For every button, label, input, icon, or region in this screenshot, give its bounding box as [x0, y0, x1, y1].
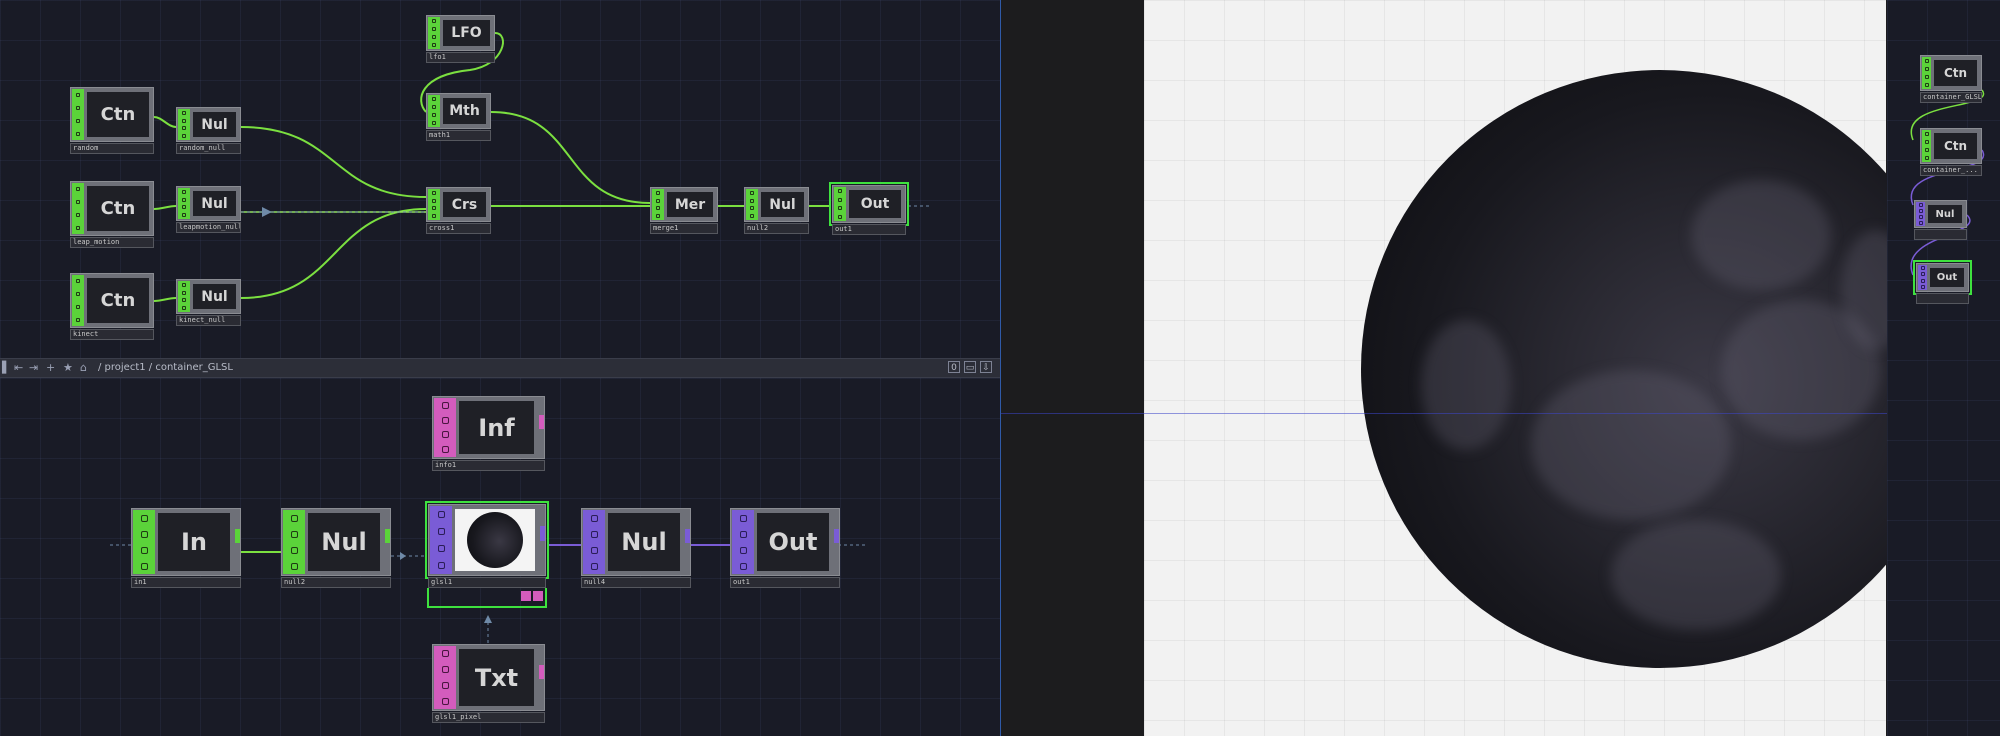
viewer-background [1144, 0, 1887, 736]
node-name: null2 [281, 577, 391, 588]
node-label: Nul [193, 112, 236, 137]
side-node-out-selected[interactable]: Out [1913, 260, 1972, 304]
node-name: kinect_null [176, 315, 241, 326]
network-editor-side[interactable]: Ctn container_GLSL Ctn container_... Nul… [1887, 0, 2000, 736]
node-name: kinect [70, 329, 154, 340]
node-label: Txt [459, 649, 534, 706]
home-icon[interactable]: ⌂ [80, 361, 87, 375]
node-name: lfo1 [426, 52, 495, 63]
node-label: Ctn [87, 92, 149, 137]
glsl1-docked-area [427, 588, 547, 608]
node-name: out1 [730, 577, 840, 588]
node-label: Mer [667, 192, 713, 217]
star-icon[interactable]: ★ [63, 361, 73, 375]
node-name: container_GLSL [1920, 92, 1982, 103]
node-label: Out [1930, 268, 1964, 287]
viewer-crosshair-line [1001, 413, 1887, 414]
node-label: Out [849, 190, 901, 218]
node-label: Mth [443, 98, 486, 124]
network-editor-bottom[interactable]: Inf info1 In in1 Nul null2 glsl1 Nul nul… [0, 378, 1000, 736]
node-glsl1-selected[interactable]: glsl1 [425, 501, 549, 588]
node-name: null4 [581, 577, 691, 588]
node-name: leap_motion [70, 237, 154, 248]
node-name: in1 [131, 577, 241, 588]
node-math1[interactable]: Mth math1 [426, 93, 491, 141]
side-node-container[interactable]: Ctn container_... [1920, 128, 1982, 176]
forward-arrow-icon[interactable]: ⇥ [29, 361, 38, 375]
node-name: glsl1 [428, 577, 546, 588]
node-out1-selected[interactable]: Out out1 [829, 182, 909, 235]
node-label: Nul [761, 192, 804, 217]
node-kinect-null[interactable]: Nul kinect_null [176, 279, 241, 326]
node-leap-motion[interactable]: Ctn leap_motion [70, 181, 154, 248]
node-label: Nul [308, 513, 380, 571]
node-label: In [158, 513, 230, 571]
glsl1-preview-thumbnail [455, 509, 535, 571]
sphere-thumbnail-icon [467, 512, 523, 568]
node-label: Ctn [1934, 60, 1977, 86]
node-label: Nul [1928, 205, 1962, 223]
node-null2-bottom[interactable]: Nul null2 [281, 508, 391, 588]
output-viewer[interactable] [1001, 0, 1887, 736]
node-name: math1 [426, 130, 491, 141]
node-label: Inf [459, 401, 534, 454]
node-name: glsl1_pixel [432, 712, 545, 723]
network-editor-top[interactable]: Ctn random Nul random_null Ctn leap_moti… [0, 0, 1000, 358]
wires-side [1910, 89, 1985, 276]
side-node-container-glsl[interactable]: Ctn container_GLSL [1920, 55, 1982, 103]
network-path[interactable]: / project1 / container_GLSL [98, 362, 233, 374]
docked-dat-icon[interactable] [533, 591, 543, 601]
node-label: Ctn [87, 278, 149, 323]
node-name: info1 [432, 460, 545, 471]
path-bar: ▌ ⇤ ⇥ + ★ ⌂ / project1 / container_GLSL … [0, 358, 1000, 378]
node-info1[interactable]: Inf info1 [432, 396, 545, 471]
node-label: Out [757, 513, 829, 571]
node-label: Crs [443, 192, 486, 217]
node-name: leapmotion_null [176, 222, 241, 233]
side-node-null[interactable]: Nul [1914, 200, 1967, 240]
node-in1[interactable]: In in1 [131, 508, 241, 588]
node-random-null[interactable]: Nul random_null [176, 107, 241, 154]
node-kinect[interactable]: Ctn kinect [70, 273, 154, 340]
node-name: random_null [176, 143, 241, 154]
node-name [1916, 293, 1969, 304]
node-leapmotion-null[interactable]: Nul leapmotion_null [176, 186, 241, 233]
node-lfo1[interactable]: LFO lfo1 [426, 15, 495, 63]
node-name: null2 [744, 223, 809, 234]
node-name: merge1 [650, 223, 718, 234]
back-arrow-icon[interactable]: ⇤ [14, 361, 23, 375]
panel-icon[interactable]: ▭ [964, 361, 976, 373]
node-name: container_... [1920, 165, 1982, 176]
node-label: LFO [443, 20, 490, 46]
plus-icon[interactable]: + [46, 361, 55, 375]
node-label: Nul [193, 191, 236, 216]
node-name [1914, 229, 1967, 240]
rendered-sphere [1361, 70, 1887, 668]
node-label: Nul [193, 284, 236, 309]
node-out1-bottom[interactable]: Out out1 [730, 508, 840, 588]
node-glsl1-pixel[interactable]: Txt glsl1_pixel [432, 644, 545, 723]
node-name: random [70, 143, 154, 154]
node-random[interactable]: Ctn random [70, 87, 154, 154]
node-null4[interactable]: Nul null4 [581, 508, 691, 588]
node-merge1[interactable]: Mer merge1 [650, 187, 718, 234]
counter-badge: 0 [948, 361, 960, 373]
panel-icon[interactable]: ▌ [2, 361, 10, 375]
node-name: cross1 [426, 223, 491, 234]
node-null2[interactable]: Nul null2 [744, 187, 809, 234]
node-label: Ctn [1934, 133, 1977, 159]
node-name: out1 [832, 224, 906, 235]
docked-dat-icon[interactable] [521, 591, 531, 601]
node-label: Ctn [87, 186, 149, 231]
pin-icon[interactable]: ⇩ [980, 361, 992, 373]
node-cross1[interactable]: Crs cross1 [426, 187, 491, 234]
node-label: Nul [608, 513, 680, 571]
